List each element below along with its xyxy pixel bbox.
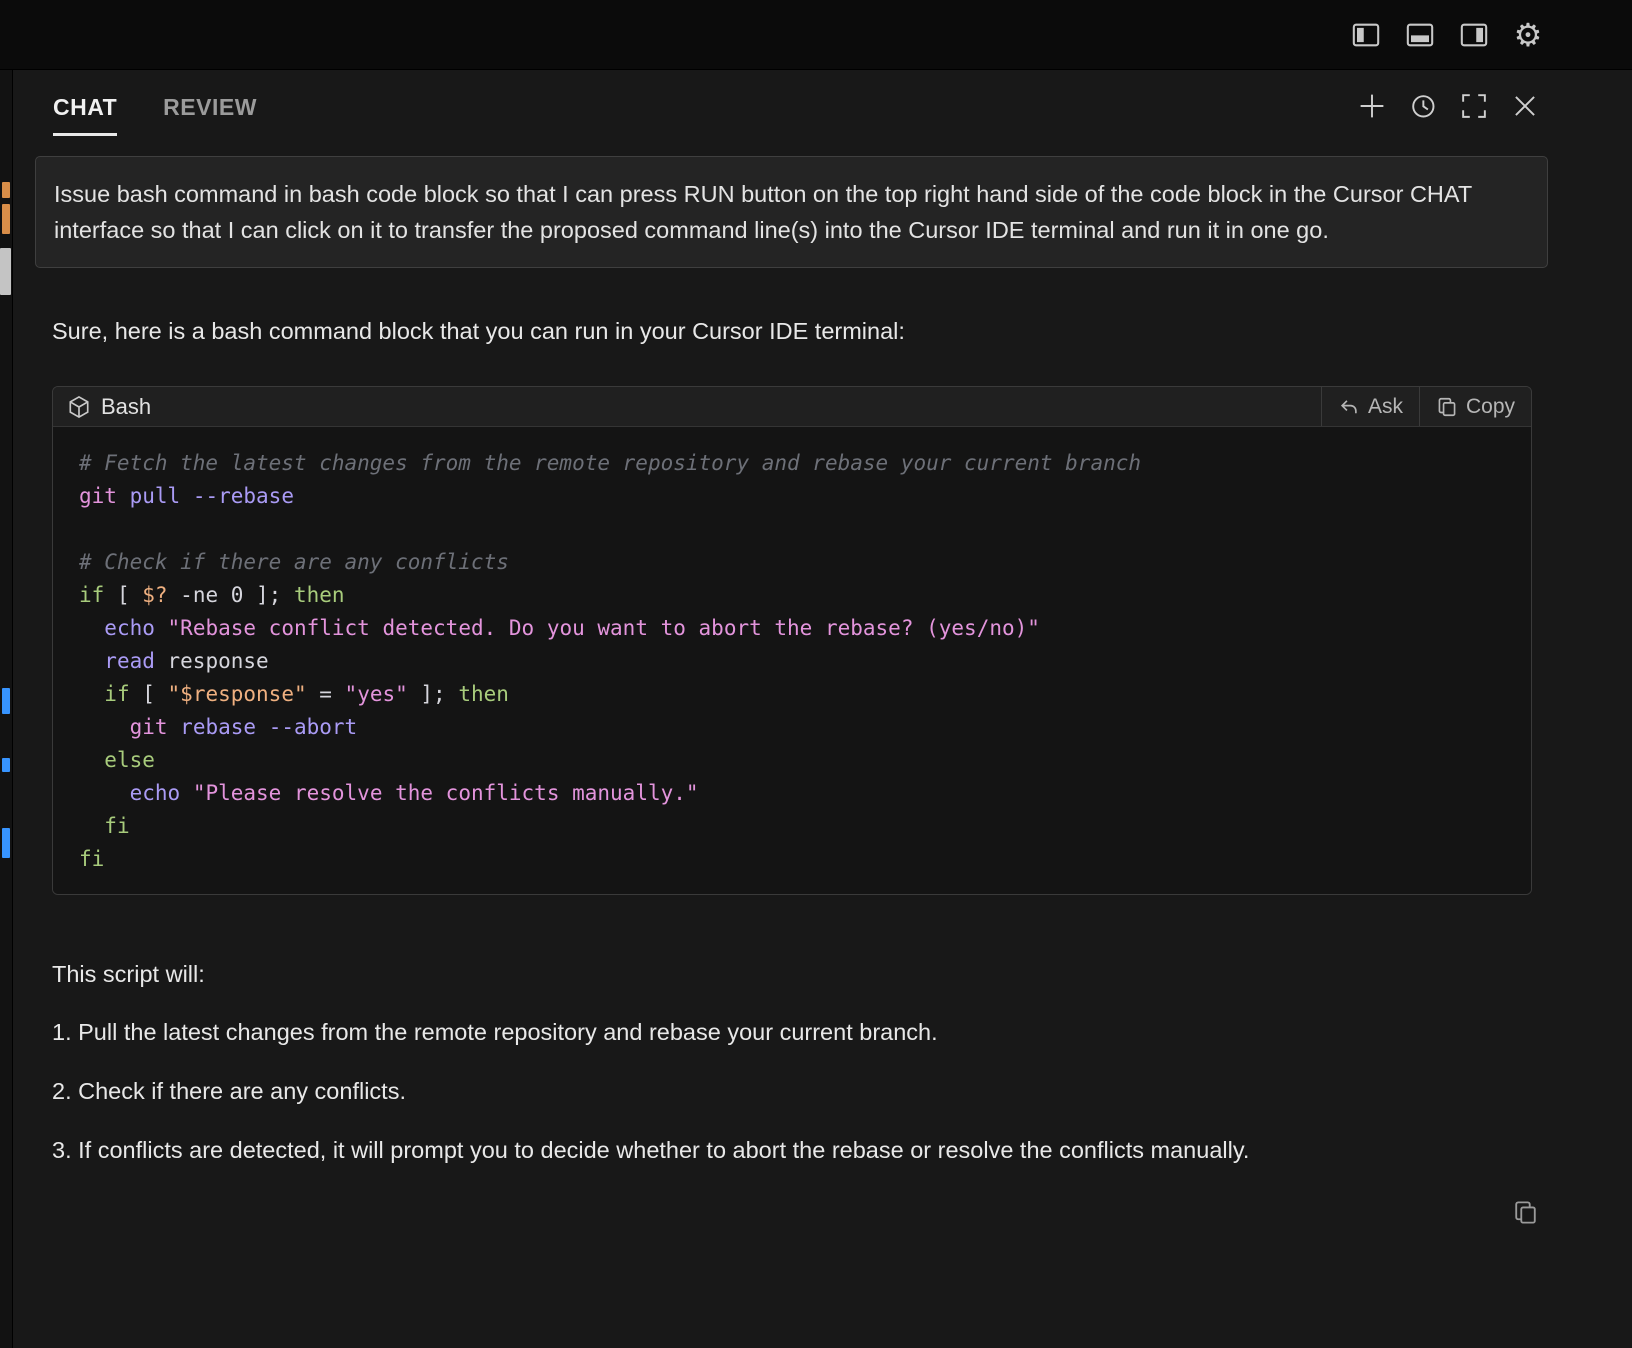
code-line: if [ $? -ne 0 ]; then: [79, 579, 1511, 612]
new-chat-icon[interactable]: [1357, 91, 1387, 121]
code-line: if [ "$response" = "yes" ]; then: [79, 678, 1511, 711]
user-message: Issue bash command in bash code block so…: [35, 156, 1548, 268]
close-icon[interactable]: [1510, 91, 1540, 121]
code-line: [79, 513, 1511, 546]
copy-code-button[interactable]: Copy: [1419, 387, 1531, 426]
code-line: git pull --rebase: [79, 480, 1511, 513]
editor-decoration: [0, 248, 11, 295]
editor-decoration: [2, 204, 10, 234]
chat-tabbar: CHAT REVIEW: [13, 70, 1632, 142]
ask-button-label: Ask: [1368, 395, 1403, 419]
list-item: 3. If conflicts are detected, it will pr…: [52, 1135, 1548, 1165]
code-line: # Check if there are any conflicts: [79, 546, 1511, 579]
tab-chat[interactable]: CHAT: [53, 76, 117, 136]
assistant-intro: Sure, here is a bash command block that …: [52, 314, 1548, 348]
code-line: echo "Rebase conflict detected. Do you w…: [79, 612, 1511, 645]
editor-decoration: [2, 828, 10, 858]
copy-icon: [1436, 396, 1458, 418]
list-item: 2. Check if there are any conflicts.: [52, 1076, 1548, 1106]
toggle-right-panel-icon[interactable]: [1458, 19, 1490, 51]
code-content: # Fetch the latest changes from the remo…: [53, 427, 1531, 894]
code-language-label: Bash: [101, 394, 151, 420]
assistant-outro: This script will:: [52, 961, 1548, 988]
code-line: read response: [79, 645, 1511, 678]
copy-message-icon[interactable]: [1512, 1199, 1540, 1227]
message-footer: [13, 1199, 1540, 1227]
chat-panel: CHAT REVIEW: [13, 70, 1632, 1348]
code-line: else: [79, 744, 1511, 777]
copy-button-label: Copy: [1466, 395, 1515, 419]
code-line: fi: [79, 810, 1511, 843]
ask-button[interactable]: Ask: [1321, 387, 1419, 426]
toggle-bottom-panel-icon[interactable]: [1404, 19, 1436, 51]
editor-edge-strip: [0, 70, 13, 1348]
expand-icon[interactable]: [1459, 91, 1489, 121]
ask-arrow-icon: [1338, 396, 1360, 418]
code-block-header: Bash Ask: [53, 387, 1531, 427]
window-titlebar: ⚙: [0, 0, 1632, 70]
code-line: # Fetch the latest changes from the remo…: [79, 447, 1511, 480]
code-block: Bash Ask: [52, 386, 1532, 895]
code-line: fi: [79, 843, 1511, 876]
editor-decoration: [2, 688, 10, 714]
code-line: echo "Please resolve the conflicts manua…: [79, 777, 1511, 810]
bash-cube-icon: [67, 395, 91, 419]
history-icon[interactable]: [1408, 91, 1438, 121]
editor-decoration: [2, 758, 10, 772]
code-line: git rebase --abort: [79, 711, 1511, 744]
chat-toolbar: [1357, 91, 1540, 121]
list-item: 1. Pull the latest changes from the remo…: [52, 1017, 1548, 1047]
settings-gear-icon[interactable]: ⚙: [1512, 19, 1544, 51]
user-message-text: Issue bash command in bash code block so…: [54, 181, 1472, 243]
toggle-left-panel-icon[interactable]: [1350, 19, 1382, 51]
tab-review[interactable]: REVIEW: [163, 76, 257, 136]
editor-decoration: [2, 182, 10, 198]
